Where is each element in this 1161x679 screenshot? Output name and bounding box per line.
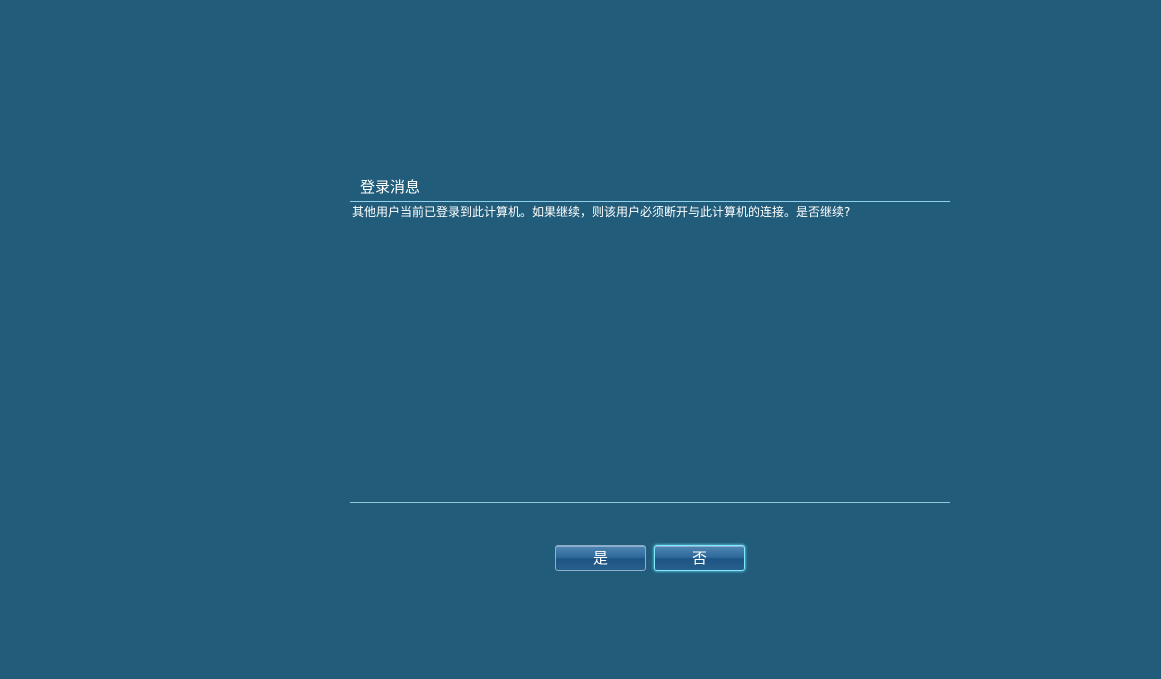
no-button[interactable]: 否 — [654, 545, 745, 571]
footer-divider — [350, 502, 950, 503]
yes-button[interactable]: 是 — [555, 545, 646, 571]
dialog-title: 登录消息 — [360, 178, 421, 196]
logon-message-dialog: 登录消息 其他用户当前已登录到此计算机。如果继续，则该用户必须断开与此计算机的连… — [350, 170, 950, 504]
dialog-message: 其他用户当前已登录到此计算机。如果继续，则该用户必须断开与此计算机的连接。是否继… — [352, 205, 851, 219]
title-divider — [350, 201, 950, 202]
